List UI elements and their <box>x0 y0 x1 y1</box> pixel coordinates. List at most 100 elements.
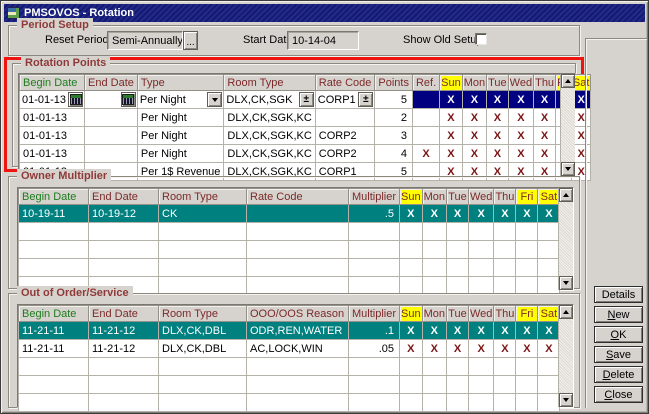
empty-cell[interactable] <box>89 394 159 412</box>
empty-cell[interactable] <box>469 259 494 277</box>
button-close[interactable]: Close <box>594 386 643 403</box>
rotation-row-1[interactable]: 01-01-13Per NightDLX,CK,SGK±CORP1±5XXXXX… <box>20 91 591 109</box>
day-cell-sat[interactable]: X <box>538 340 560 358</box>
room-type-editor-lov-button[interactable]: ± <box>299 92 314 107</box>
empty-cell[interactable] <box>247 376 349 394</box>
empty-cell[interactable] <box>400 241 423 259</box>
day-cell-fri[interactable]: X <box>516 322 538 340</box>
empty-cell[interactable] <box>349 223 400 241</box>
empty-cell[interactable] <box>89 241 159 259</box>
button-delete[interactable]: Delete <box>594 366 643 383</box>
day-cell-wed[interactable]: X <box>508 145 533 163</box>
ref-cell[interactable] <box>412 109 439 127</box>
begin-date-cell[interactable]: 11-21-11 <box>19 322 89 340</box>
empty-cell[interactable] <box>447 223 469 241</box>
day-cell-mon[interactable]: X <box>422 205 446 223</box>
empty-cell[interactable] <box>422 376 446 394</box>
empty-cell[interactable] <box>538 223 560 241</box>
empty-cell[interactable] <box>469 394 494 412</box>
empty-cell[interactable] <box>19 358 89 376</box>
empty-cell[interactable] <box>400 259 423 277</box>
empty-cell[interactable] <box>516 376 538 394</box>
button-new[interactable]: New <box>594 306 643 323</box>
rotation-row-3[interactable]: 01-01-13Per NightDLX,CK,SGK,KCCORP23XXXX… <box>20 127 591 145</box>
start-date-field[interactable]: 10-14-04 <box>287 31 359 50</box>
day-cell-thu[interactable]: X <box>494 205 516 223</box>
type-editor[interactable]: Per Night <box>137 91 224 109</box>
end-date-editor[interactable] <box>85 91 138 109</box>
begin-date-cell[interactable]: 01-01-13 <box>20 145 85 163</box>
begin-date-editor[interactable]: 01-01-13 <box>20 91 85 109</box>
rate-code-editor[interactable]: CORP1± <box>315 91 375 109</box>
empty-cell[interactable] <box>247 223 349 241</box>
empty-cell[interactable] <box>349 259 400 277</box>
empty-cell[interactable] <box>247 277 349 295</box>
multiplier-cell[interactable]: .05 <box>349 340 400 358</box>
end-date-cell[interactable] <box>85 109 138 127</box>
day-cell-sun[interactable]: X <box>400 340 423 358</box>
owner-grid-scroll-up-button[interactable] <box>559 188 573 202</box>
empty-cell[interactable] <box>349 241 400 259</box>
day-cell-tue[interactable]: X <box>487 91 509 109</box>
room-type-editor[interactable]: DLX,CK,SGK± <box>224 91 315 109</box>
day-cell-wed[interactable]: X <box>469 205 494 223</box>
rotation-grid-scroll-down-button[interactable] <box>561 162 575 176</box>
rotation-grid-scroll-track[interactable] <box>561 88 575 162</box>
ref-cell[interactable] <box>412 91 439 109</box>
begin-date-cell[interactable]: 01-01-13 <box>20 127 85 145</box>
empty-cell[interactable] <box>159 223 247 241</box>
room-type-cell[interactable]: DLX,CK,SGK,KC <box>224 145 315 163</box>
room-type-cell[interactable]: CK <box>159 205 247 223</box>
empty-cell[interactable] <box>19 223 89 241</box>
rotation-row-2[interactable]: 01-01-13Per NightDLX,CK,SGK,KC2XXXXXXX <box>20 109 591 127</box>
empty-cell[interactable] <box>469 223 494 241</box>
empty-cell[interactable] <box>400 394 423 412</box>
empty-cell[interactable] <box>422 241 446 259</box>
end-date-cell[interactable]: 11-21-12 <box>89 322 159 340</box>
day-cell-fri[interactable]: X <box>516 205 538 223</box>
ooo-grid-empty-row[interactable] <box>19 358 560 376</box>
empty-cell[interactable] <box>159 241 247 259</box>
empty-cell[interactable] <box>400 277 423 295</box>
day-cell-sun[interactable]: X <box>440 109 463 127</box>
empty-cell[interactable] <box>159 376 247 394</box>
reset-period-lov-button[interactable]: ... <box>183 31 198 50</box>
reason-cell[interactable]: ODR,REN,WATER <box>247 322 349 340</box>
type-cell[interactable]: Per Night <box>137 127 224 145</box>
empty-cell[interactable] <box>89 376 159 394</box>
day-cell-wed[interactable]: X <box>508 127 533 145</box>
rate-code-cell[interactable]: CORP2 <box>315 145 375 163</box>
button-save[interactable]: Save <box>594 346 643 363</box>
day-cell-mon[interactable]: X <box>462 91 486 109</box>
day-cell-tue[interactable]: X <box>447 340 469 358</box>
empty-cell[interactable] <box>516 394 538 412</box>
ooo-grid-scrollbar[interactable] <box>558 305 573 407</box>
rotation-grid-scrollbar[interactable] <box>560 74 575 176</box>
reason-cell[interactable]: AC,LOCK,WIN <box>247 340 349 358</box>
button-ok[interactable]: OK <box>594 326 643 343</box>
day-cell-mon[interactable]: X <box>462 145 486 163</box>
empty-cell[interactable] <box>19 376 89 394</box>
multiplier-cell[interactable]: .1 <box>349 322 400 340</box>
empty-cell[interactable] <box>247 358 349 376</box>
day-cell-mon[interactable]: X <box>422 340 446 358</box>
owner-grid-scrollbar[interactable] <box>558 188 573 290</box>
empty-cell[interactable] <box>494 241 516 259</box>
empty-cell[interactable] <box>447 259 469 277</box>
empty-cell[interactable] <box>494 223 516 241</box>
day-cell-tue[interactable]: X <box>487 127 509 145</box>
empty-cell[interactable] <box>469 376 494 394</box>
owner-grid-empty-row[interactable] <box>19 259 560 277</box>
title-bar[interactable]: PMSOVOS - Rotation <box>4 4 645 22</box>
room-type-cell[interactable]: DLX,CK,DBL <box>159 340 247 358</box>
day-cell-thu[interactable]: X <box>534 127 556 145</box>
multiplier-cell[interactable]: .5 <box>349 205 400 223</box>
empty-cell[interactable] <box>447 241 469 259</box>
empty-cell[interactable] <box>89 358 159 376</box>
show-old-setup-checkbox[interactable] <box>475 33 487 45</box>
empty-cell[interactable] <box>159 277 247 295</box>
empty-cell[interactable] <box>400 376 423 394</box>
day-cell-sun[interactable]: X <box>440 91 463 109</box>
empty-cell[interactable] <box>516 358 538 376</box>
points-cell[interactable]: 4 <box>375 145 413 163</box>
